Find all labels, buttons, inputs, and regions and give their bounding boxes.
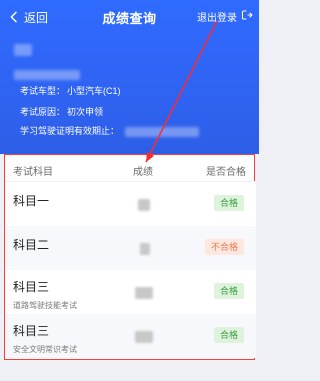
logout-icon	[241, 9, 253, 24]
score-table: 考试科目 成绩 是否合格 科目一 合格 科目二 不合格 科目三 道路驾驶技能考试…	[4, 154, 256, 360]
header-subject: 考试科目	[13, 167, 53, 178]
exam-reason-line: 考试原因： 初次申领	[20, 106, 103, 118]
subject-name: 科目三	[13, 280, 50, 294]
subject-name: 科目三	[13, 324, 50, 338]
redacted-score	[138, 199, 150, 211]
redacted-score	[135, 287, 153, 299]
nav-bar: 返回 成绩查询 退出登录	[0, 0, 259, 34]
table-row: 科目三 安全文明常识考试 合格	[5, 314, 256, 358]
subject-name: 科目一	[13, 194, 50, 208]
vehicle-type-label: 考试车型：	[20, 86, 66, 96]
logout-label: 退出登录	[197, 13, 237, 24]
redacted-score	[140, 243, 150, 255]
status-badge: 合格	[213, 283, 244, 299]
redacted-score	[135, 331, 153, 343]
status-badge: 合格	[213, 327, 244, 343]
redacted-id-number	[14, 70, 80, 80]
subject-subtitle: 道路驾驶技能考试	[13, 301, 77, 310]
permit-valid-label: 学习驾驶证明有效期止：	[20, 126, 120, 136]
table-row: 科目二 不合格	[5, 226, 256, 270]
header-score: 成绩	[133, 167, 153, 178]
logout-button[interactable]: 退出登录	[197, 9, 253, 24]
table-row: 科目一 合格	[5, 182, 256, 226]
exam-reason-value: 初次申领	[67, 107, 104, 117]
header: 返回 成绩查询 退出登录 考试车型： 小型汽车(C1) 考试原因： 初次申领 学习驾…	[0, 0, 259, 154]
header-pass: 是否合格	[206, 167, 246, 178]
exam-reason-label: 考试原因：	[20, 107, 66, 117]
subject-subtitle: 安全文明常识考试	[13, 345, 77, 354]
permit-valid-line: 学习驾驶证明有效期止：	[20, 125, 200, 137]
table-header: 考试科目 成绩 是否合格	[5, 155, 256, 182]
redacted-name	[14, 44, 32, 56]
vehicle-type-line: 考试车型： 小型汽车(C1)	[20, 85, 121, 97]
subject-name: 科目二	[13, 238, 50, 252]
status-badge: 不合格	[204, 239, 244, 255]
status-badge: 合格	[213, 195, 244, 211]
table-row: 科目三 道路驾驶技能考试 合格	[5, 270, 256, 314]
redacted-valid-date	[125, 126, 200, 137]
vehicle-type-value: 小型汽车(C1)	[67, 86, 121, 96]
